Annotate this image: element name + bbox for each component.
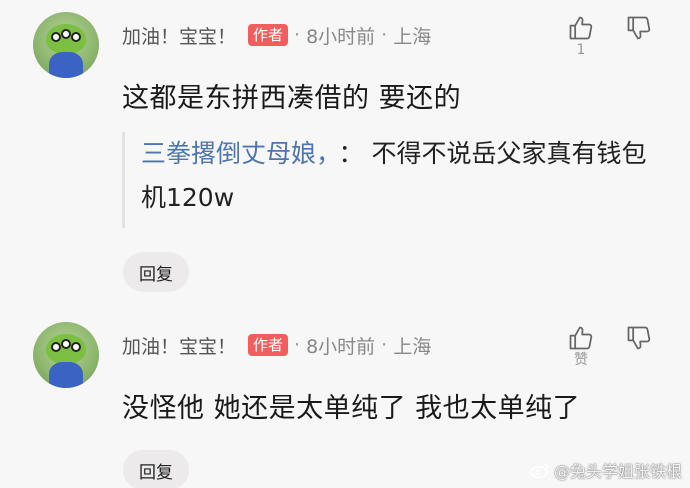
avatar-eye (51, 32, 61, 42)
comment-time: 8小时前 (306, 25, 376, 48)
weibo-icon (530, 463, 549, 478)
thumbs-down-icon (627, 326, 651, 350)
author-badge: 作者 (248, 24, 289, 46)
avatar-body (49, 362, 83, 388)
avatar-eye (61, 29, 71, 39)
meta-separator: · (294, 24, 301, 46)
avatar-eye (51, 342, 61, 352)
meta-separator: · (294, 334, 301, 356)
avatar-eye (71, 342, 81, 352)
like-button[interactable]: 赞 (566, 324, 596, 368)
comment-meta: 加油！宝宝！ 作者 · 8小时前 · 上海 (122, 22, 431, 48)
reply-button[interactable]: 回复 (123, 450, 189, 488)
comment-location: 上海 (393, 25, 432, 48)
dislike-button[interactable] (624, 324, 654, 352)
comment-thread: 加油！宝宝！ 作者 · 8小时前 · 上海 1 这都是东拼西凑借的 要还的 三拳… (0, 0, 690, 488)
quote-separator: ： (338, 139, 364, 168)
author-name[interactable]: 加油！宝宝！ (122, 22, 236, 49)
author-name[interactable]: 加油！宝宝！ (122, 332, 236, 359)
watermark-text: @兔头学姐张铁根 (553, 462, 682, 481)
meta-separator: · (381, 24, 388, 46)
avatar[interactable] (33, 322, 99, 388)
avatar-eye (71, 32, 81, 42)
comment-text: 没怪他 她还是太单纯了 我也太单纯了 (122, 393, 581, 424)
avatar-eye (61, 339, 71, 349)
thumbs-up-icon (569, 16, 593, 40)
thumbs-down-icon (627, 16, 651, 40)
meta-separator: · (381, 334, 388, 356)
avatar-body (49, 52, 83, 78)
comment-time: 8小时前 (306, 335, 376, 358)
like-label: 赞 (574, 352, 588, 368)
reply-button[interactable]: 回复 (123, 252, 189, 292)
like-button[interactable]: 1 (566, 14, 596, 58)
thumbs-up-icon (569, 326, 593, 350)
like-count: 1 (576, 42, 586, 58)
comment-location: 上海 (393, 335, 432, 358)
dislike-button[interactable] (624, 14, 654, 42)
author-badge: 作者 (248, 334, 289, 356)
avatar[interactable] (33, 12, 99, 78)
quoted-reply: 三拳撂倒丈母娘，：不得不说岳父家真有钱包机120w (122, 132, 662, 228)
comment-text: 这都是东拼西凑借的 要还的 (122, 83, 462, 114)
comment-meta: 加油！宝宝！ 作者 · 8小时前 · 上海 (122, 332, 431, 358)
quoted-author-link[interactable]: 三拳撂倒丈母娘， (141, 139, 329, 168)
watermark: @兔头学姐张铁根 (530, 458, 682, 482)
